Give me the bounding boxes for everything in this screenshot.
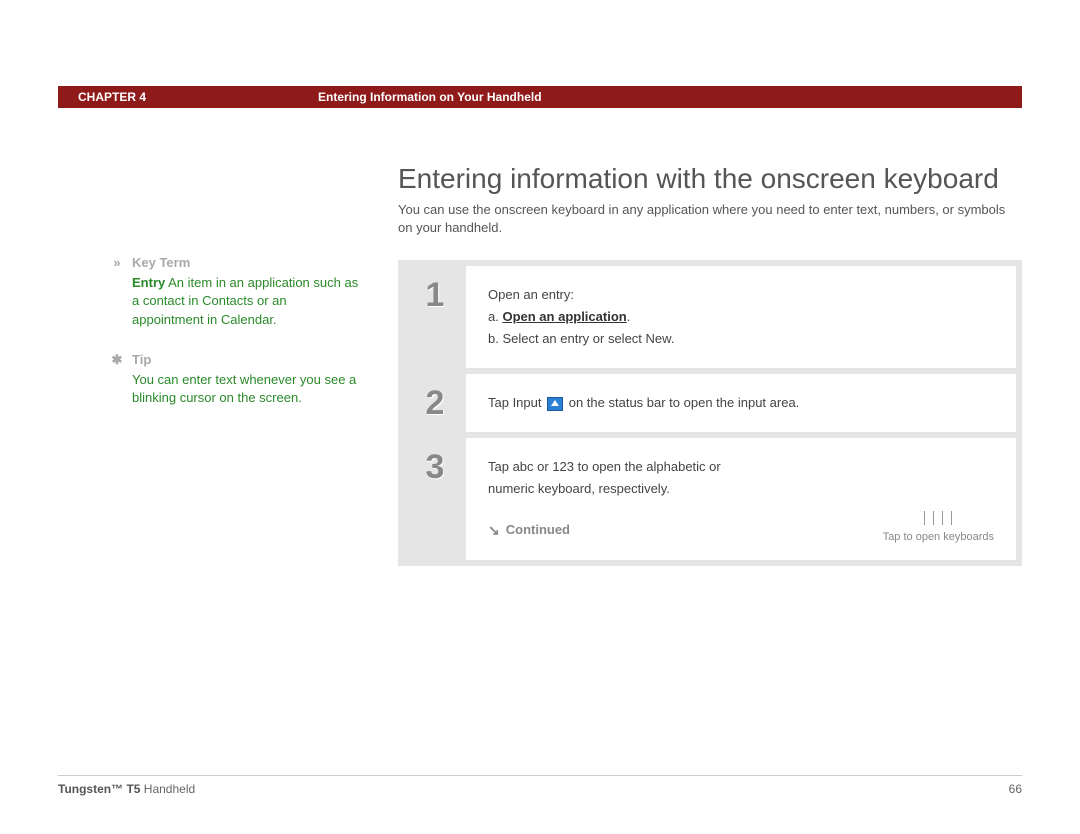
- step-1-a: a. Open an application.: [488, 306, 994, 328]
- keyterm-body: Entry An item in an application such as …: [132, 274, 360, 329]
- keyterm-label-row: » Key Term: [110, 254, 360, 272]
- product-bold: Tungsten™ T5: [58, 782, 140, 796]
- keyterm-label: Key Term: [132, 254, 190, 272]
- chapter-title: Entering Information on Your Handheld: [318, 90, 1022, 104]
- product-name: Tungsten™ T5 Handheld: [58, 782, 195, 796]
- tip-block: ✱ Tip You can enter text whenever you se…: [110, 351, 360, 408]
- page-heading: Entering information with the onscreen k…: [398, 163, 999, 195]
- product-rest: Handheld: [140, 782, 195, 796]
- keyterm-block: » Key Term Entry An item in an applicati…: [110, 254, 360, 329]
- step-number: 2: [404, 374, 466, 432]
- tip-body: You can enter text whenever you see a bl…: [132, 371, 360, 407]
- tip-label-row: ✱ Tip: [110, 351, 360, 369]
- steps-container: 1 Open an entry: a. Open an application.…: [398, 260, 1022, 566]
- tip-text: You can enter text whenever you see a bl…: [132, 372, 356, 405]
- input-icon: [547, 397, 563, 411]
- keyterm-term: Entry: [132, 275, 165, 290]
- page-footer: Tungsten™ T5 Handheld 66: [58, 775, 1022, 796]
- step-number: 3: [404, 438, 466, 560]
- tap-caption: Tap to open keyboards: [883, 528, 994, 547]
- step-2-content: Tap Input on the status bar to open the …: [466, 374, 1016, 432]
- step-2-pre: Tap Input: [488, 395, 545, 410]
- step-1-line1: Open an entry:: [488, 284, 994, 306]
- abc-box-icon: [924, 511, 934, 525]
- step-2-post: on the status bar to open the input area…: [569, 395, 800, 410]
- tip-symbol-icon: ✱: [110, 351, 124, 369]
- continued-arrow-icon: ↘: [488, 519, 500, 543]
- continued-label: Continued: [506, 519, 570, 541]
- chapter-label: CHAPTER 4: [58, 90, 318, 104]
- step-1-content: Open an entry: a. Open an application. b…: [466, 266, 1016, 368]
- open-application-link[interactable]: Open an application: [502, 309, 626, 324]
- chapter-header: CHAPTER 4 Entering Information on Your H…: [58, 86, 1022, 108]
- intro-text: You can use the onscreen keyboard in any…: [398, 201, 1022, 237]
- tip-label: Tip: [132, 351, 151, 369]
- step-number: 1: [404, 266, 466, 368]
- sidebar: » Key Term Entry An item in an applicati…: [110, 254, 360, 429]
- tap-keyboards-callout: Tap to open keyboards: [883, 511, 994, 547]
- keyterm-text: An item in an application such as a cont…: [132, 275, 358, 326]
- keyboard-indicator-icon: [883, 511, 994, 525]
- step-2: 2 Tap Input on the status bar to open th…: [404, 374, 1016, 432]
- step-1-a-prefix: a.: [488, 309, 499, 324]
- step-1-a-suffix: .: [627, 309, 631, 324]
- step-3-text: Tap abc or 123 to open the alphabetic or…: [488, 456, 748, 500]
- step-1-b: b. Select an entry or select New.: [488, 328, 994, 350]
- keyterm-symbol-icon: »: [110, 254, 124, 272]
- page-number: 66: [1009, 782, 1022, 796]
- 123-box-icon: [942, 511, 952, 525]
- step-3: 3 Tap abc or 123 to open the alphabetic …: [404, 438, 1016, 560]
- step-3-content: Tap abc or 123 to open the alphabetic or…: [466, 438, 1016, 560]
- step-1: 1 Open an entry: a. Open an application.…: [404, 266, 1016, 368]
